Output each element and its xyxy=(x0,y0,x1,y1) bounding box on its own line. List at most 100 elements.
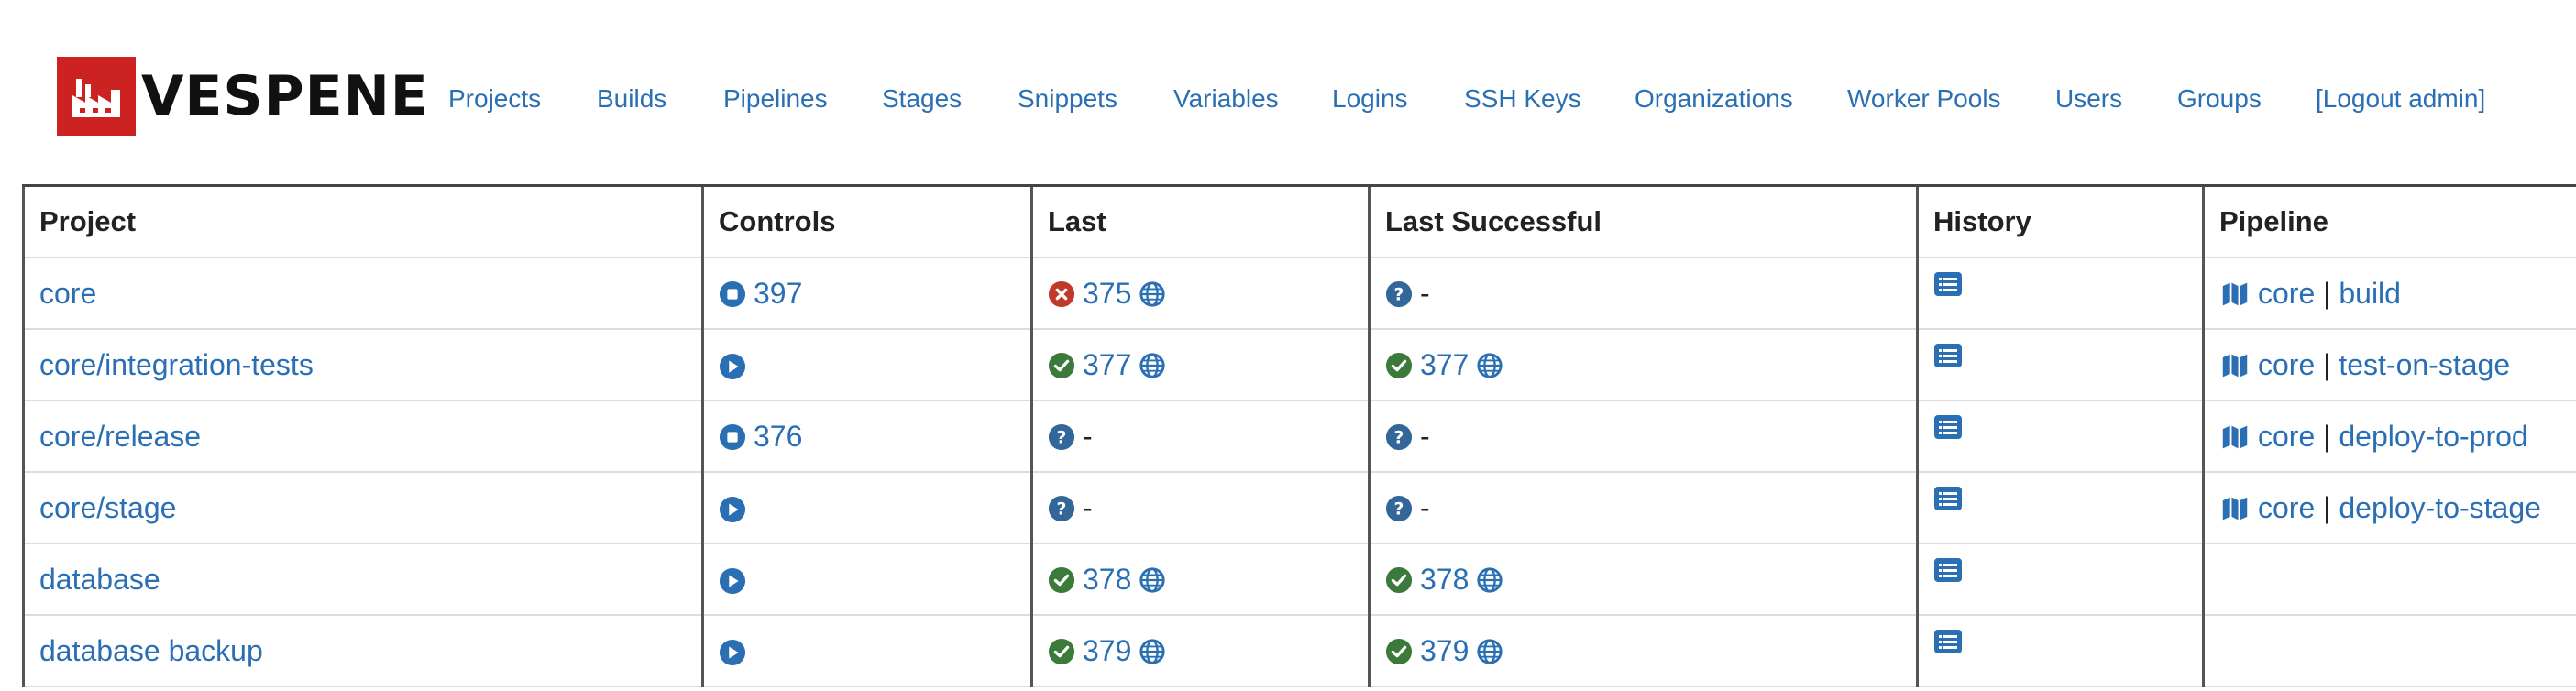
nav-stages[interactable]: Stages xyxy=(882,84,962,114)
svg-text:?: ? xyxy=(1394,286,1404,305)
start-build-button[interactable] xyxy=(719,491,746,524)
nav-projects[interactable]: Projects xyxy=(448,84,541,114)
build-link[interactable]: 378 xyxy=(1083,564,1131,597)
nav-logins[interactable]: Logins xyxy=(1332,84,1408,114)
build-link[interactable]: 379 xyxy=(1420,635,1469,668)
pipeline-cell: core | build xyxy=(2202,258,2576,330)
error-circle-icon xyxy=(1048,280,1075,308)
list-icon[interactable] xyxy=(1933,412,1963,442)
table-row: database backup 379 379 xyxy=(22,615,2576,687)
controls-cell xyxy=(701,615,1032,687)
pipeline-cell: core | test-on-stage xyxy=(2202,329,2576,401)
project-cell: database xyxy=(22,543,703,616)
svg-text:?: ? xyxy=(1057,500,1067,520)
col-history: History xyxy=(1916,184,2204,258)
table-row: core/stage? -? - core | deploy-to-stage xyxy=(22,472,2576,544)
project-link[interactable]: database xyxy=(39,563,160,596)
nav-users[interactable]: Users xyxy=(2055,84,2122,114)
project-cell: core xyxy=(22,258,703,330)
project-cell: database backup xyxy=(22,615,703,687)
pipeline-cell: core | deploy-to-stage xyxy=(2202,472,2576,544)
project-link[interactable]: database backup xyxy=(39,634,263,667)
stage-link[interactable]: deploy-to-prod xyxy=(2339,421,2527,454)
nav-organizations[interactable]: Organizations xyxy=(1635,84,1793,114)
nav-worker-pools[interactable]: Worker Pools xyxy=(1847,84,2001,114)
question-circle-icon: ? xyxy=(1385,423,1413,451)
build-link[interactable]: 379 xyxy=(1083,635,1131,668)
question-circle-icon: ? xyxy=(1048,495,1075,522)
svg-text:?: ? xyxy=(1057,429,1067,448)
stop-icon xyxy=(719,423,746,451)
list-icon[interactable] xyxy=(1933,555,1963,585)
check-circle-icon xyxy=(1385,638,1413,665)
build-link[interactable]: 378 xyxy=(1420,564,1469,597)
globe-icon[interactable] xyxy=(1476,566,1503,594)
list-icon[interactable] xyxy=(1933,269,1963,299)
start-build-button[interactable] xyxy=(719,563,746,596)
last-successful-cell: ? - xyxy=(1368,258,1918,330)
stop-build-button[interactable] xyxy=(719,418,746,451)
table-row: core/integration-tests 377 377 core | test-… xyxy=(22,329,2576,401)
project-link[interactable]: core xyxy=(39,277,96,310)
brand-logo[interactable]: VESPENE xyxy=(57,55,429,137)
project-link[interactable]: core/stage xyxy=(39,491,176,524)
factory-icon xyxy=(57,57,136,136)
build-link[interactable]: 375 xyxy=(1083,278,1131,311)
pipeline-link[interactable]: core xyxy=(2258,421,2315,454)
list-icon[interactable] xyxy=(1933,484,1963,513)
build-link[interactable]: 377 xyxy=(1083,349,1131,382)
last-successful-cell: 379 xyxy=(1368,615,1918,687)
nav-ssh-keys[interactable]: SSH Keys xyxy=(1464,84,1581,114)
play-icon xyxy=(719,496,746,523)
col-controls: Controls xyxy=(701,184,1032,258)
question-circle-icon: ? xyxy=(1048,423,1075,451)
globe-icon[interactable] xyxy=(1139,566,1166,594)
nav-builds[interactable]: Builds xyxy=(597,84,666,114)
stage-link[interactable]: deploy-to-stage xyxy=(2339,492,2541,525)
nav-variables[interactable]: Variables xyxy=(1173,84,1279,114)
table-header-row: Project Controls Last Last Successful Hi… xyxy=(22,184,2576,258)
history-cell xyxy=(1916,258,2204,330)
globe-icon[interactable] xyxy=(1476,352,1503,379)
nav-groups[interactable]: Groups xyxy=(2177,84,2262,114)
stage-link[interactable]: build xyxy=(2339,278,2401,311)
check-circle-icon xyxy=(1048,566,1075,594)
last-cell: 377 xyxy=(1030,329,1370,401)
check-circle-icon xyxy=(1385,352,1413,379)
globe-icon[interactable] xyxy=(1476,638,1503,665)
list-icon[interactable] xyxy=(1933,341,1963,370)
svg-text:?: ? xyxy=(1394,429,1404,448)
svg-text:?: ? xyxy=(1394,500,1404,520)
running-build-link[interactable]: 376 xyxy=(754,421,802,454)
table-row: core/release 376? -? - core | deploy-to-prod xyxy=(22,400,2576,473)
start-build-button[interactable] xyxy=(719,634,746,667)
last-cell: 379 xyxy=(1030,615,1370,687)
build-link[interactable]: 377 xyxy=(1420,349,1469,382)
project-link[interactable]: core/release xyxy=(39,420,201,453)
stop-icon xyxy=(719,280,746,308)
col-pipeline: Pipeline xyxy=(2202,184,2576,258)
map-icon xyxy=(2222,497,2248,521)
nav-pipelines[interactable]: Pipelines xyxy=(723,84,828,114)
start-build-button[interactable] xyxy=(719,348,746,381)
history-cell xyxy=(1916,472,2204,544)
pipeline-link[interactable]: core xyxy=(2258,349,2315,382)
globe-icon[interactable] xyxy=(1139,638,1166,665)
check-circle-icon xyxy=(1048,352,1075,379)
last-cell: 378 xyxy=(1030,543,1370,616)
build-value: - xyxy=(1420,420,1430,454)
list-icon[interactable] xyxy=(1933,627,1963,656)
pipeline-link[interactable]: core xyxy=(2258,492,2315,525)
project-link[interactable]: core/integration-tests xyxy=(39,348,314,381)
globe-icon[interactable] xyxy=(1139,352,1166,379)
stage-link[interactable]: test-on-stage xyxy=(2339,349,2510,382)
stop-build-button[interactable] xyxy=(719,275,746,308)
projects-table: Project Controls Last Last Successful Hi… xyxy=(22,184,2576,687)
nav-snippets[interactable]: Snippets xyxy=(1018,84,1117,114)
nav-logout[interactable]: [Logout admin] xyxy=(2316,84,2485,114)
pipeline-link[interactable]: core xyxy=(2258,278,2315,311)
last-cell: ? - xyxy=(1030,400,1370,473)
build-value: - xyxy=(1083,420,1093,454)
globe-icon[interactable] xyxy=(1139,280,1166,308)
running-build-link[interactable]: 397 xyxy=(754,278,802,311)
